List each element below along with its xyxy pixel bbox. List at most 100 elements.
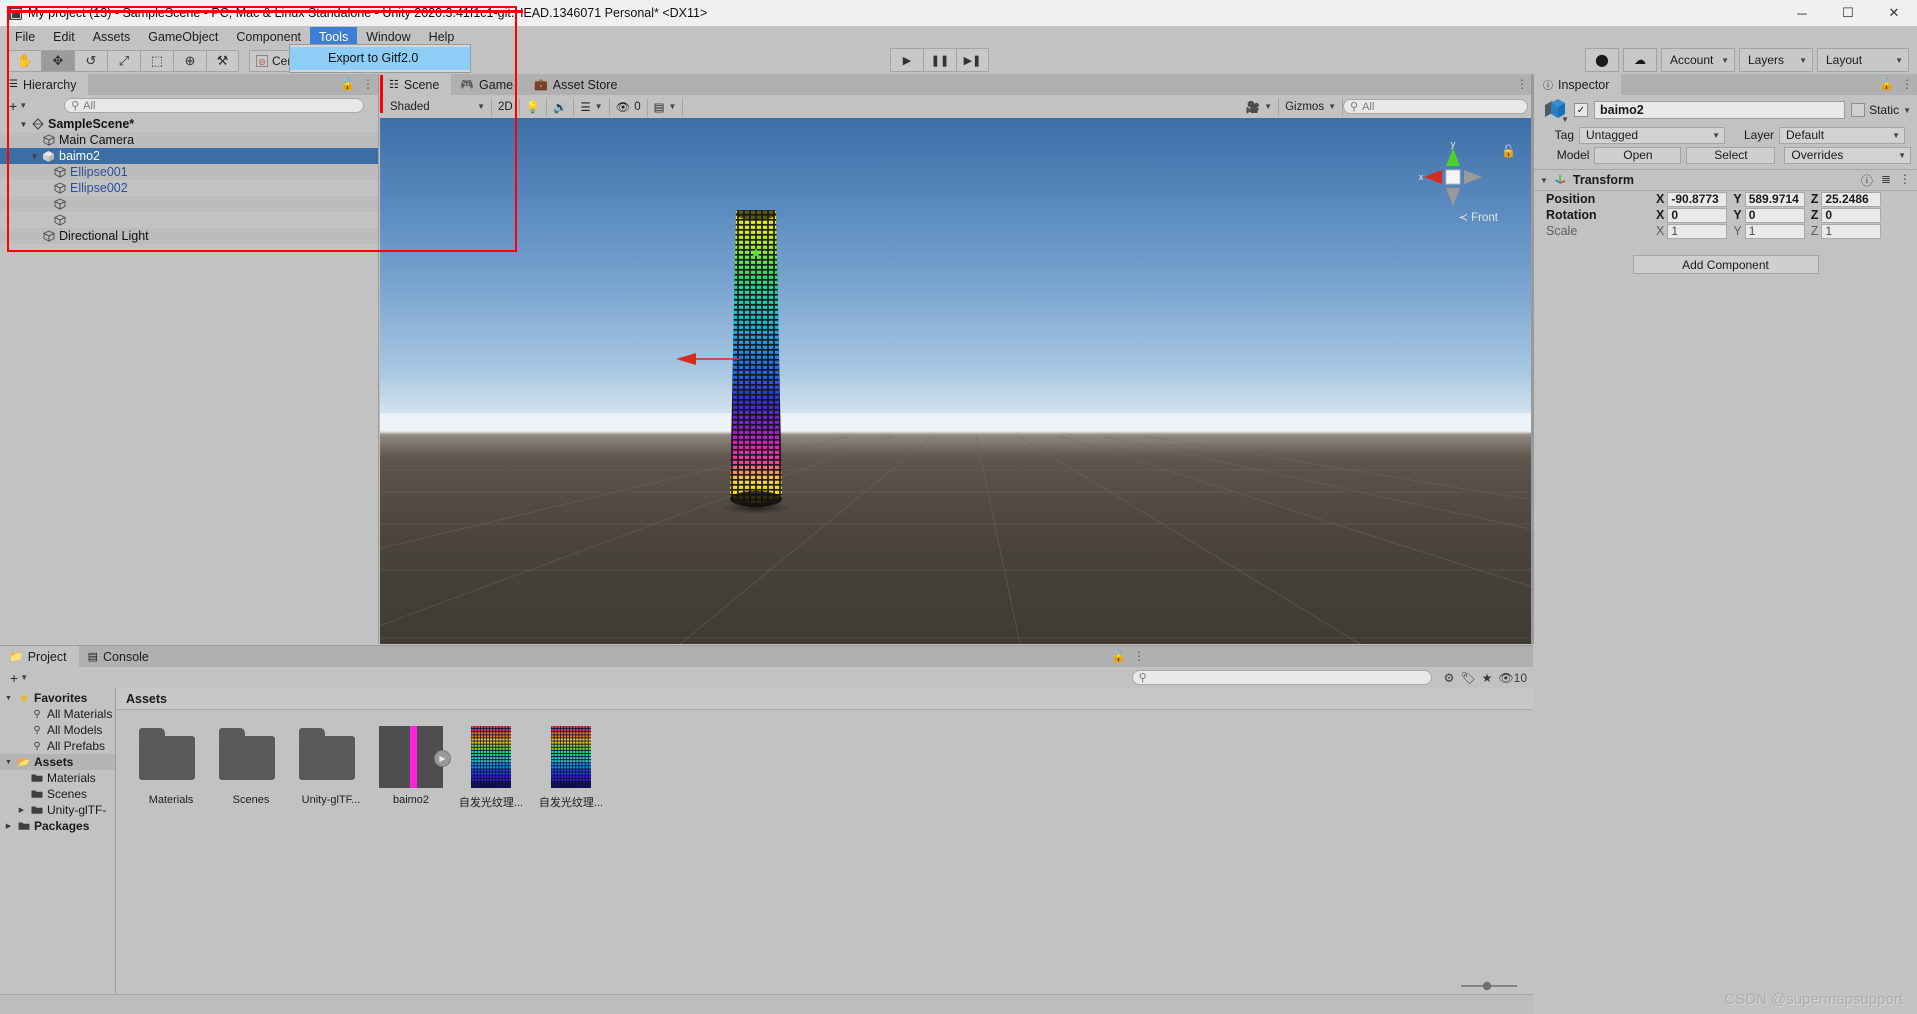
- grid-visibility-button[interactable]: ▤ ▼: [648, 97, 684, 116]
- menu-file[interactable]: File: [6, 27, 44, 47]
- expand-triangle-open-icon[interactable]: ▼: [3, 695, 14, 702]
- transform-rotation-x-input[interactable]: 0: [1667, 207, 1728, 223]
- object-name-input[interactable]: baimo2: [1594, 101, 1846, 119]
- tag-dropdown[interactable]: Untagged ▼: [1579, 126, 1725, 144]
- asset-item[interactable]: Scenes: [218, 726, 284, 810]
- transform-position-x-input[interactable]: -90.8773: [1667, 191, 1728, 207]
- menu-item-export-to-gltf[interactable]: Export to Gitf2.0: [290, 47, 470, 70]
- layers-dropdown[interactable]: Layers ▼: [1739, 48, 1813, 72]
- menu-edit[interactable]: Edit: [44, 27, 84, 47]
- rect-tool-button[interactable]: ⬚: [140, 50, 173, 72]
- gizmos-dropdown[interactable]: Gizmos ▼: [1279, 97, 1343, 116]
- project-search-input[interactable]: ⚲: [1131, 670, 1432, 685]
- kebab-menu-icon[interactable]: ⋮: [1899, 172, 1911, 189]
- hidden-assets-badge[interactable]: 👁10: [1498, 671, 1527, 685]
- play-preview-icon[interactable]: ▶: [434, 750, 451, 767]
- project-tree-row[interactable]: ▼ 📂 Assets: [0, 754, 115, 770]
- maximize-button[interactable]: ☐: [1825, 0, 1871, 26]
- static-toggle-group[interactable]: Static ▼: [1851, 103, 1911, 117]
- asset-item[interactable]: 自发光纹理...: [458, 726, 524, 810]
- scale-tool-button[interactable]: ⤢: [107, 50, 140, 72]
- chevron-down-icon[interactable]: ▼: [1540, 176, 1548, 185]
- transform-rotation-y-input[interactable]: 0: [1744, 207, 1805, 223]
- rotate-tool-button[interactable]: ↺: [74, 50, 107, 72]
- chevron-down-icon[interactable]: ▼: [1561, 115, 1569, 124]
- add-component-button[interactable]: Add Component: [1632, 255, 1819, 274]
- hierarchy-row[interactable]: ▼ baimo2: [0, 148, 378, 164]
- scene-visibility-button[interactable]: 👁 0: [610, 97, 648, 116]
- add-gameobject-button[interactable]: + ▼: [5, 98, 31, 114]
- transform-rotation-z-input[interactable]: 0: [1821, 207, 1882, 223]
- hierarchy-row[interactable]: ▶: [0, 196, 378, 212]
- transform-scale-y-input[interactable]: 1: [1744, 223, 1805, 239]
- project-tree-row[interactable]: ▶⚲All Prefabs: [0, 738, 115, 754]
- asset-item[interactable]: Unity-glTF...: [298, 726, 364, 810]
- asset-size-slider[interactable]: [1459, 980, 1519, 992]
- scene-search-input[interactable]: ⚲ All: [1343, 99, 1528, 114]
- minimize-button[interactable]: ─: [1779, 0, 1825, 26]
- transform-scale-z-input[interactable]: 1: [1821, 223, 1882, 239]
- layout-dropdown[interactable]: Layout ▼: [1817, 48, 1909, 72]
- project-tree-row[interactable]: ▼ ★ Favorites: [0, 690, 115, 706]
- expand-triangle-icon[interactable]: ▶: [3, 822, 14, 830]
- project-tree-row[interactable]: ▶ Packages: [0, 818, 115, 834]
- lighting-toggle-button[interactable]: 💡: [520, 97, 548, 116]
- tab-game[interactable]: 🎮 Game: [451, 74, 526, 95]
- tab-project[interactable]: 📁 Project: [0, 646, 79, 667]
- expand-triangle-open-icon[interactable]: ▼: [17, 120, 30, 129]
- kebab-menu-icon[interactable]: ⋮: [362, 77, 374, 91]
- asset-item[interactable]: ▶ baimo2: [378, 726, 451, 810]
- filter-by-type-icon[interactable]: ⚙: [1444, 671, 1455, 685]
- scene-viewport[interactable]: y x 🔓 ≺ Front: [380, 118, 1532, 644]
- account-dropdown[interactable]: Account ▼: [1661, 48, 1735, 72]
- menu-assets[interactable]: Assets: [84, 27, 140, 47]
- hierarchy-tree[interactable]: ▼SampleScene*▶Main Camera▼baimo2▶Ellipse…: [0, 116, 378, 644]
- model-select-button[interactable]: Select: [1686, 146, 1776, 164]
- lock-icon[interactable]: 🔓: [1879, 77, 1894, 91]
- lock-icon[interactable]: 🔓: [340, 77, 355, 91]
- expand-triangle-open-icon[interactable]: ▼: [28, 152, 41, 161]
- play-button[interactable]: ▶: [890, 48, 923, 72]
- overrides-dropdown[interactable]: Overrides ▼: [1784, 146, 1911, 164]
- hierarchy-row[interactable]: ▶Ellipse001: [0, 164, 378, 180]
- transform-position-z-input[interactable]: 25.2486: [1821, 191, 1882, 207]
- create-asset-button[interactable]: + ▼: [6, 670, 32, 686]
- move-gizmo-x-axis[interactable]: [676, 352, 742, 366]
- move-tool-button[interactable]: ✥: [41, 50, 74, 72]
- favorites-star-icon[interactable]: ★: [1482, 671, 1493, 685]
- asset-item[interactable]: Materials: [138, 726, 204, 810]
- tab-console[interactable]: ▤ Console: [78, 646, 161, 667]
- layer-dropdown[interactable]: Default ▼: [1779, 126, 1905, 144]
- cloud-icon[interactable]: ☁: [1623, 48, 1657, 72]
- project-tree-row[interactable]: ▶Scenes: [0, 786, 115, 802]
- kebab-menu-icon[interactable]: ⋮: [1901, 77, 1913, 91]
- fx-dropdown-button[interactable]: ☰ ▼: [574, 97, 610, 116]
- tab-inspector[interactable]: ⓘ Inspector: [1534, 74, 1622, 95]
- tab-hierarchy[interactable]: ☰ Hierarchy: [0, 74, 89, 95]
- lock-icon[interactable]: 🔓: [1111, 649, 1126, 663]
- step-button[interactable]: ▶❚: [956, 48, 989, 72]
- hand-tool-button[interactable]: ✋: [8, 50, 41, 72]
- gizmo-lock-icon[interactable]: 🔓: [1501, 144, 1516, 158]
- help-icon[interactable]: ⓘ: [1861, 172, 1873, 189]
- scene-orientation-gizmo[interactable]: y x: [1416, 140, 1490, 214]
- close-button[interactable]: ✕: [1871, 0, 1917, 26]
- expand-triangle-icon[interactable]: ▶: [16, 806, 27, 814]
- transform-component-header[interactable]: ▼ Transform ⓘ ≣ ⋮: [1534, 169, 1917, 191]
- asset-item[interactable]: 自发光纹理...: [538, 726, 604, 810]
- object-enabled-checkbox[interactable]: ✓: [1574, 103, 1588, 117]
- transform-position-y-input[interactable]: 589.9714: [1744, 191, 1805, 207]
- filter-by-label-icon[interactable]: 🏷: [1460, 671, 1475, 685]
- asset-grid[interactable]: Materials Scenes Unity-glTF... ▶ baimo2 自发光纹理…: [116, 710, 1533, 810]
- chevron-down-icon[interactable]: ▼: [1903, 106, 1911, 115]
- hierarchy-row[interactable]: ▶Ellipse002: [0, 180, 378, 196]
- hierarchy-row[interactable]: ▶Directional Light: [0, 228, 378, 244]
- project-tree-row[interactable]: ▶ Unity-glTF-: [0, 802, 115, 818]
- expand-triangle-open-icon[interactable]: ▼: [3, 759, 14, 766]
- transform-scale-x-input[interactable]: 1: [1667, 223, 1728, 239]
- menu-gameobject[interactable]: GameObject: [139, 27, 227, 47]
- draw-mode-dropdown[interactable]: Shaded ▼: [384, 97, 492, 116]
- hierarchy-row[interactable]: ▼ SampleScene*: [0, 116, 378, 132]
- project-tree-row[interactable]: ▶Materials: [0, 770, 115, 786]
- toggle-2d-button[interactable]: 2D: [492, 97, 520, 116]
